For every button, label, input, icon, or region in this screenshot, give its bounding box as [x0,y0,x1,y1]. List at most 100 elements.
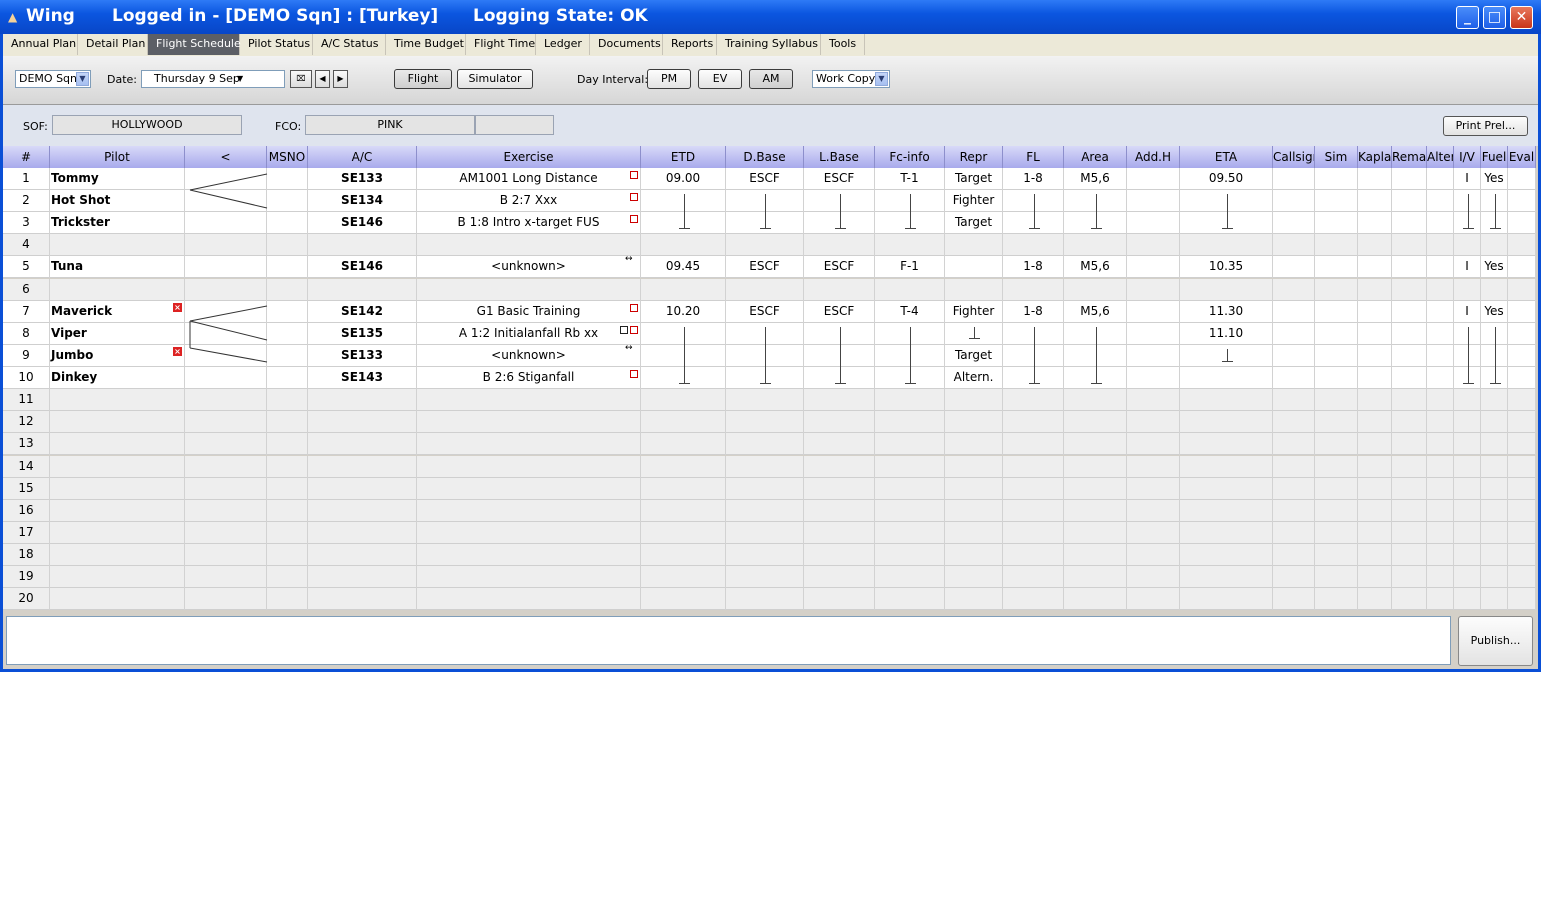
cell-msno[interactable] [267,433,308,455]
cell-alter[interactable] [1427,323,1454,345]
cell-sim[interactable] [1315,500,1358,522]
edit-icon[interactable] [630,215,638,223]
cell-callsign[interactable] [1273,345,1315,367]
cell-callsign[interactable] [1273,544,1315,566]
table-row[interactable]: 16 [3,500,1536,522]
sof-field[interactable]: HOLLYWOOD [52,115,242,135]
cell-area[interactable] [1064,588,1127,610]
cell-sim[interactable] [1315,168,1358,190]
cell-eval[interactable] [1508,456,1536,478]
cell-alter[interactable] [1427,256,1454,278]
cell-kaplan[interactable] [1358,389,1392,411]
cell-remarks[interactable] [1392,301,1427,323]
cell-addh[interactable] [1127,345,1180,367]
ev-button[interactable]: EV [698,69,742,89]
cell-eval[interactable] [1508,323,1536,345]
cell-fl[interactable] [1003,433,1064,455]
cell-lbase[interactable] [804,500,875,522]
cell-fl[interactable] [1003,234,1064,256]
cell-fuel[interactable] [1481,389,1508,411]
cell-iv[interactable]: I [1454,168,1481,190]
cell-pilot[interactable] [50,544,185,566]
cell-remarks[interactable] [1392,456,1427,478]
cell-addh[interactable] [1127,367,1180,389]
edit-icon[interactable] [630,171,638,179]
cell-alter[interactable] [1427,456,1454,478]
cell-callsign[interactable] [1273,456,1315,478]
cell-iv[interactable] [1454,456,1481,478]
cell-eval[interactable] [1508,301,1536,323]
date-picker[interactable]: Thursday 9 Sep ▼ [141,70,285,88]
cell-lt[interactable] [185,367,267,389]
column-header-addh[interactable]: Add.H [1127,146,1180,168]
cell-ac[interactable]: SE146 [308,212,417,234]
fco-field[interactable]: PINK [305,115,475,135]
cell-iv[interactable] [1454,279,1481,301]
cell-sim[interactable] [1315,301,1358,323]
cell-pilot[interactable] [50,279,185,301]
cell-fl[interactable] [1003,522,1064,544]
cell-callsign[interactable] [1273,478,1315,500]
cell-callsign[interactable] [1273,256,1315,278]
cell-exercise[interactable] [417,456,641,478]
cell-iv[interactable] [1454,566,1481,588]
cell-repr[interactable]: Target [945,345,1003,367]
cell-pilot[interactable]: Trickster [50,212,185,234]
cell-eval[interactable] [1508,500,1536,522]
cell-dbase[interactable] [726,433,804,455]
column-header-n[interactable]: # [3,146,50,168]
cell-exercise[interactable] [417,544,641,566]
cell-remarks[interactable] [1392,478,1427,500]
cell-addh[interactable] [1127,566,1180,588]
cell-dbase[interactable] [726,456,804,478]
cell-etd[interactable] [641,588,726,610]
column-header-eval[interactable]: Eval [1508,146,1536,168]
cell-fl[interactable] [1003,411,1064,433]
cell-area[interactable]: M5,6 [1064,256,1127,278]
cell-lt[interactable] [185,389,267,411]
cell-callsign[interactable] [1273,367,1315,389]
cell-addh[interactable] [1127,411,1180,433]
tab-pilot-status[interactable]: Pilot Status [240,34,313,55]
table-row[interactable]: 9 Jumbo SE133 <unknown> Target [3,345,1536,367]
cell-addh[interactable] [1127,389,1180,411]
cell-fuel[interactable] [1481,433,1508,455]
cell-remarks[interactable] [1392,168,1427,190]
cell-dbase[interactable] [726,234,804,256]
cell-remarks[interactable] [1392,323,1427,345]
cell-alter[interactable] [1427,234,1454,256]
cell-sim[interactable] [1315,411,1358,433]
print-preliminary-button[interactable]: Print Prel... [1443,116,1528,136]
cell-repr[interactable] [945,478,1003,500]
cell-fuel[interactable] [1481,500,1508,522]
cell-dbase[interactable] [726,411,804,433]
cell-lbase[interactable] [804,456,875,478]
tab-reports[interactable]: Reports [663,34,717,55]
cell-sim[interactable] [1315,433,1358,455]
cell-lt[interactable] [185,190,267,212]
cell-msno[interactable] [267,544,308,566]
cell-pilot[interactable]: Tuna [50,256,185,278]
cell-exercise[interactable] [417,500,641,522]
cell-lt[interactable] [185,301,267,323]
link-icon[interactable] [620,326,628,334]
cell-msno[interactable] [267,212,308,234]
cell-ac[interactable] [308,544,417,566]
minimize-button[interactable]: _ [1456,6,1479,29]
cell-dbase[interactable] [726,544,804,566]
cell-kaplan[interactable] [1358,256,1392,278]
column-header-etd[interactable]: ETD [641,146,726,168]
cell-addh[interactable] [1127,456,1180,478]
cell-remarks[interactable] [1392,279,1427,301]
table-row[interactable]: 7 Maverick SE142 G1 Basic Training 10.20 ESCF… [3,301,1536,323]
cell-alter[interactable] [1427,588,1454,610]
cell-etd[interactable] [641,566,726,588]
cell-exercise[interactable] [417,566,641,588]
cell-fuel[interactable] [1481,588,1508,610]
cell-area[interactable] [1064,478,1127,500]
cell-etd[interactable]: 09.00 [641,168,726,190]
cell-eval[interactable] [1508,478,1536,500]
table-row[interactable]: 8 Viper SE135 A 1:2 Initialanfall Rb xx 11.1… [3,323,1536,345]
tab-a-c-status[interactable]: A/C Status [313,34,386,55]
cell-area[interactable] [1064,279,1127,301]
